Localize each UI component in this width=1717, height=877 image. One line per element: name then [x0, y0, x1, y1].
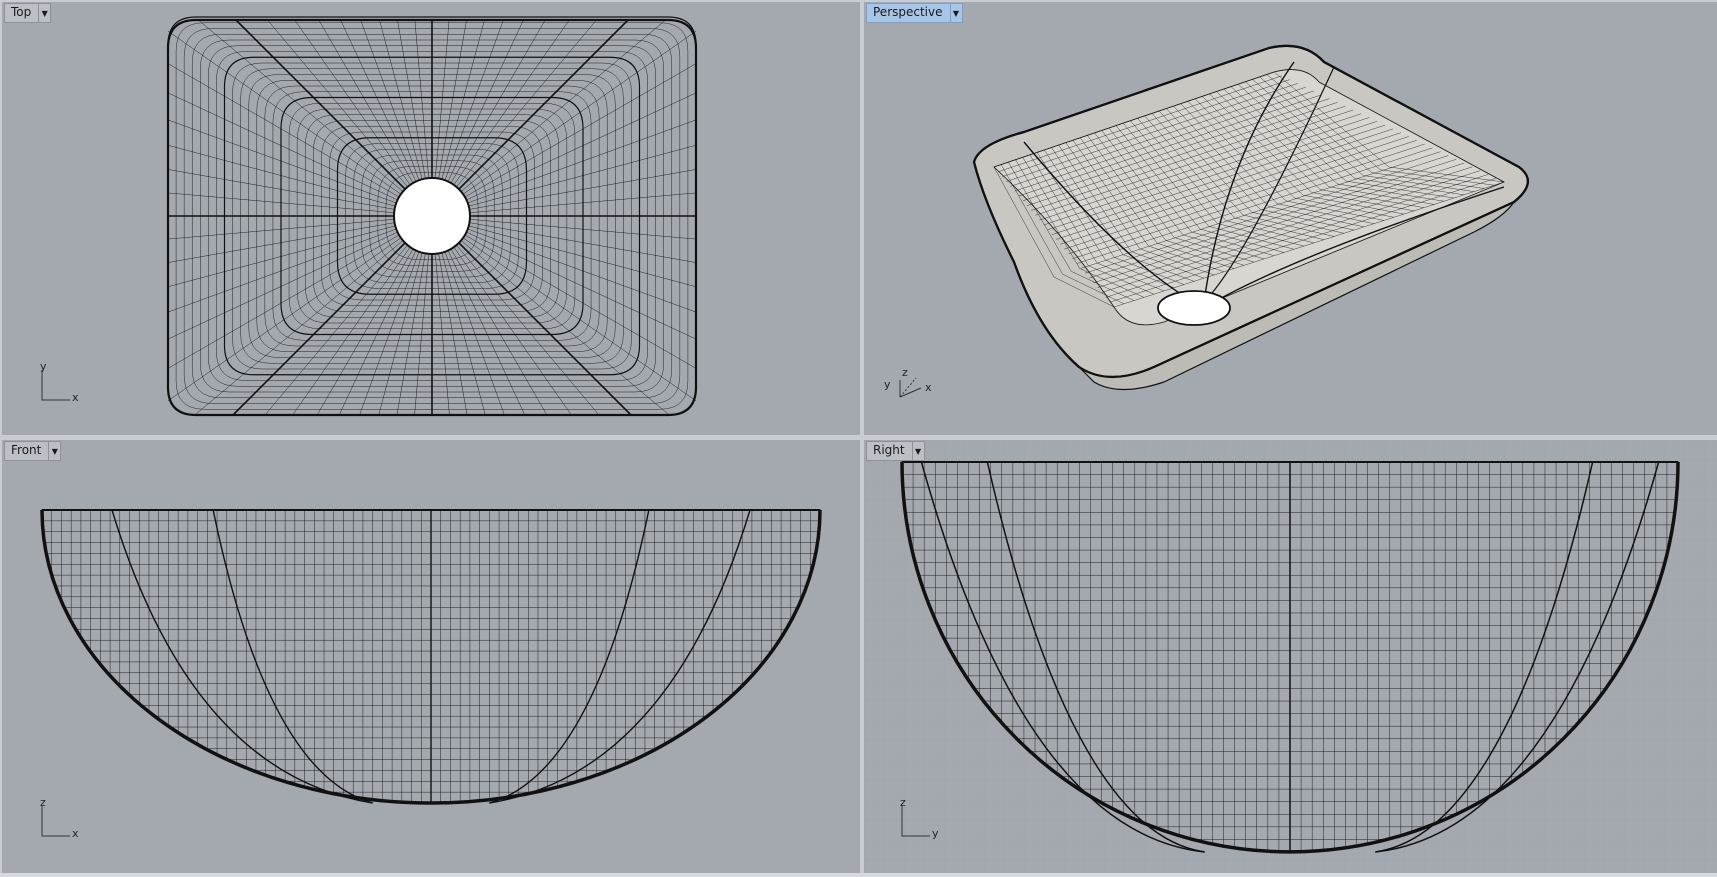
viewport-label[interactable]: Perspective — [866, 3, 950, 23]
axis-label-y: y — [884, 378, 891, 391]
viewport-label[interactable]: Front — [4, 441, 49, 461]
viewport-top[interactable]: Top ▼ y x — [2, 2, 860, 435]
viewport-front[interactable]: Front ▼ z x — [2, 440, 860, 873]
viewport-title-perspective[interactable]: Perspective ▼ — [866, 3, 963, 23]
axis-label-x: x — [72, 827, 79, 840]
axis-lines — [901, 806, 930, 837]
viewport-title-right[interactable]: Right ▼ — [866, 441, 925, 461]
axis-label-z: z — [902, 366, 908, 379]
viewport-right[interactable]: Right ▼ z y — [864, 440, 1717, 873]
axis-label-y: y — [40, 360, 47, 373]
viewport-label[interactable]: Right — [866, 441, 912, 461]
viewport-title-front[interactable]: Front ▼ — [4, 441, 62, 461]
axis-label-z: z — [40, 796, 46, 809]
axis-lines — [41, 806, 70, 837]
caret-down-icon[interactable]: ▼ — [48, 441, 62, 461]
viewport-label[interactable]: Top — [4, 3, 39, 23]
viewport-perspective[interactable]: Perspective ▼ z x y — [864, 2, 1717, 435]
viewport-title-top[interactable]: Top ▼ — [4, 3, 52, 23]
axis-lines — [899, 377, 922, 398]
axis-label-z: z — [900, 796, 906, 809]
axis-label-y: y — [932, 827, 939, 840]
status-strip — [0, 873, 1717, 877]
axis-lines — [41, 370, 70, 401]
axis-label-x: x — [72, 391, 79, 404]
caret-down-icon[interactable]: ▼ — [911, 441, 925, 461]
axis-label-x: x — [925, 381, 932, 394]
caret-down-icon[interactable]: ▼ — [38, 3, 52, 23]
caret-down-icon[interactable]: ▼ — [949, 3, 963, 23]
